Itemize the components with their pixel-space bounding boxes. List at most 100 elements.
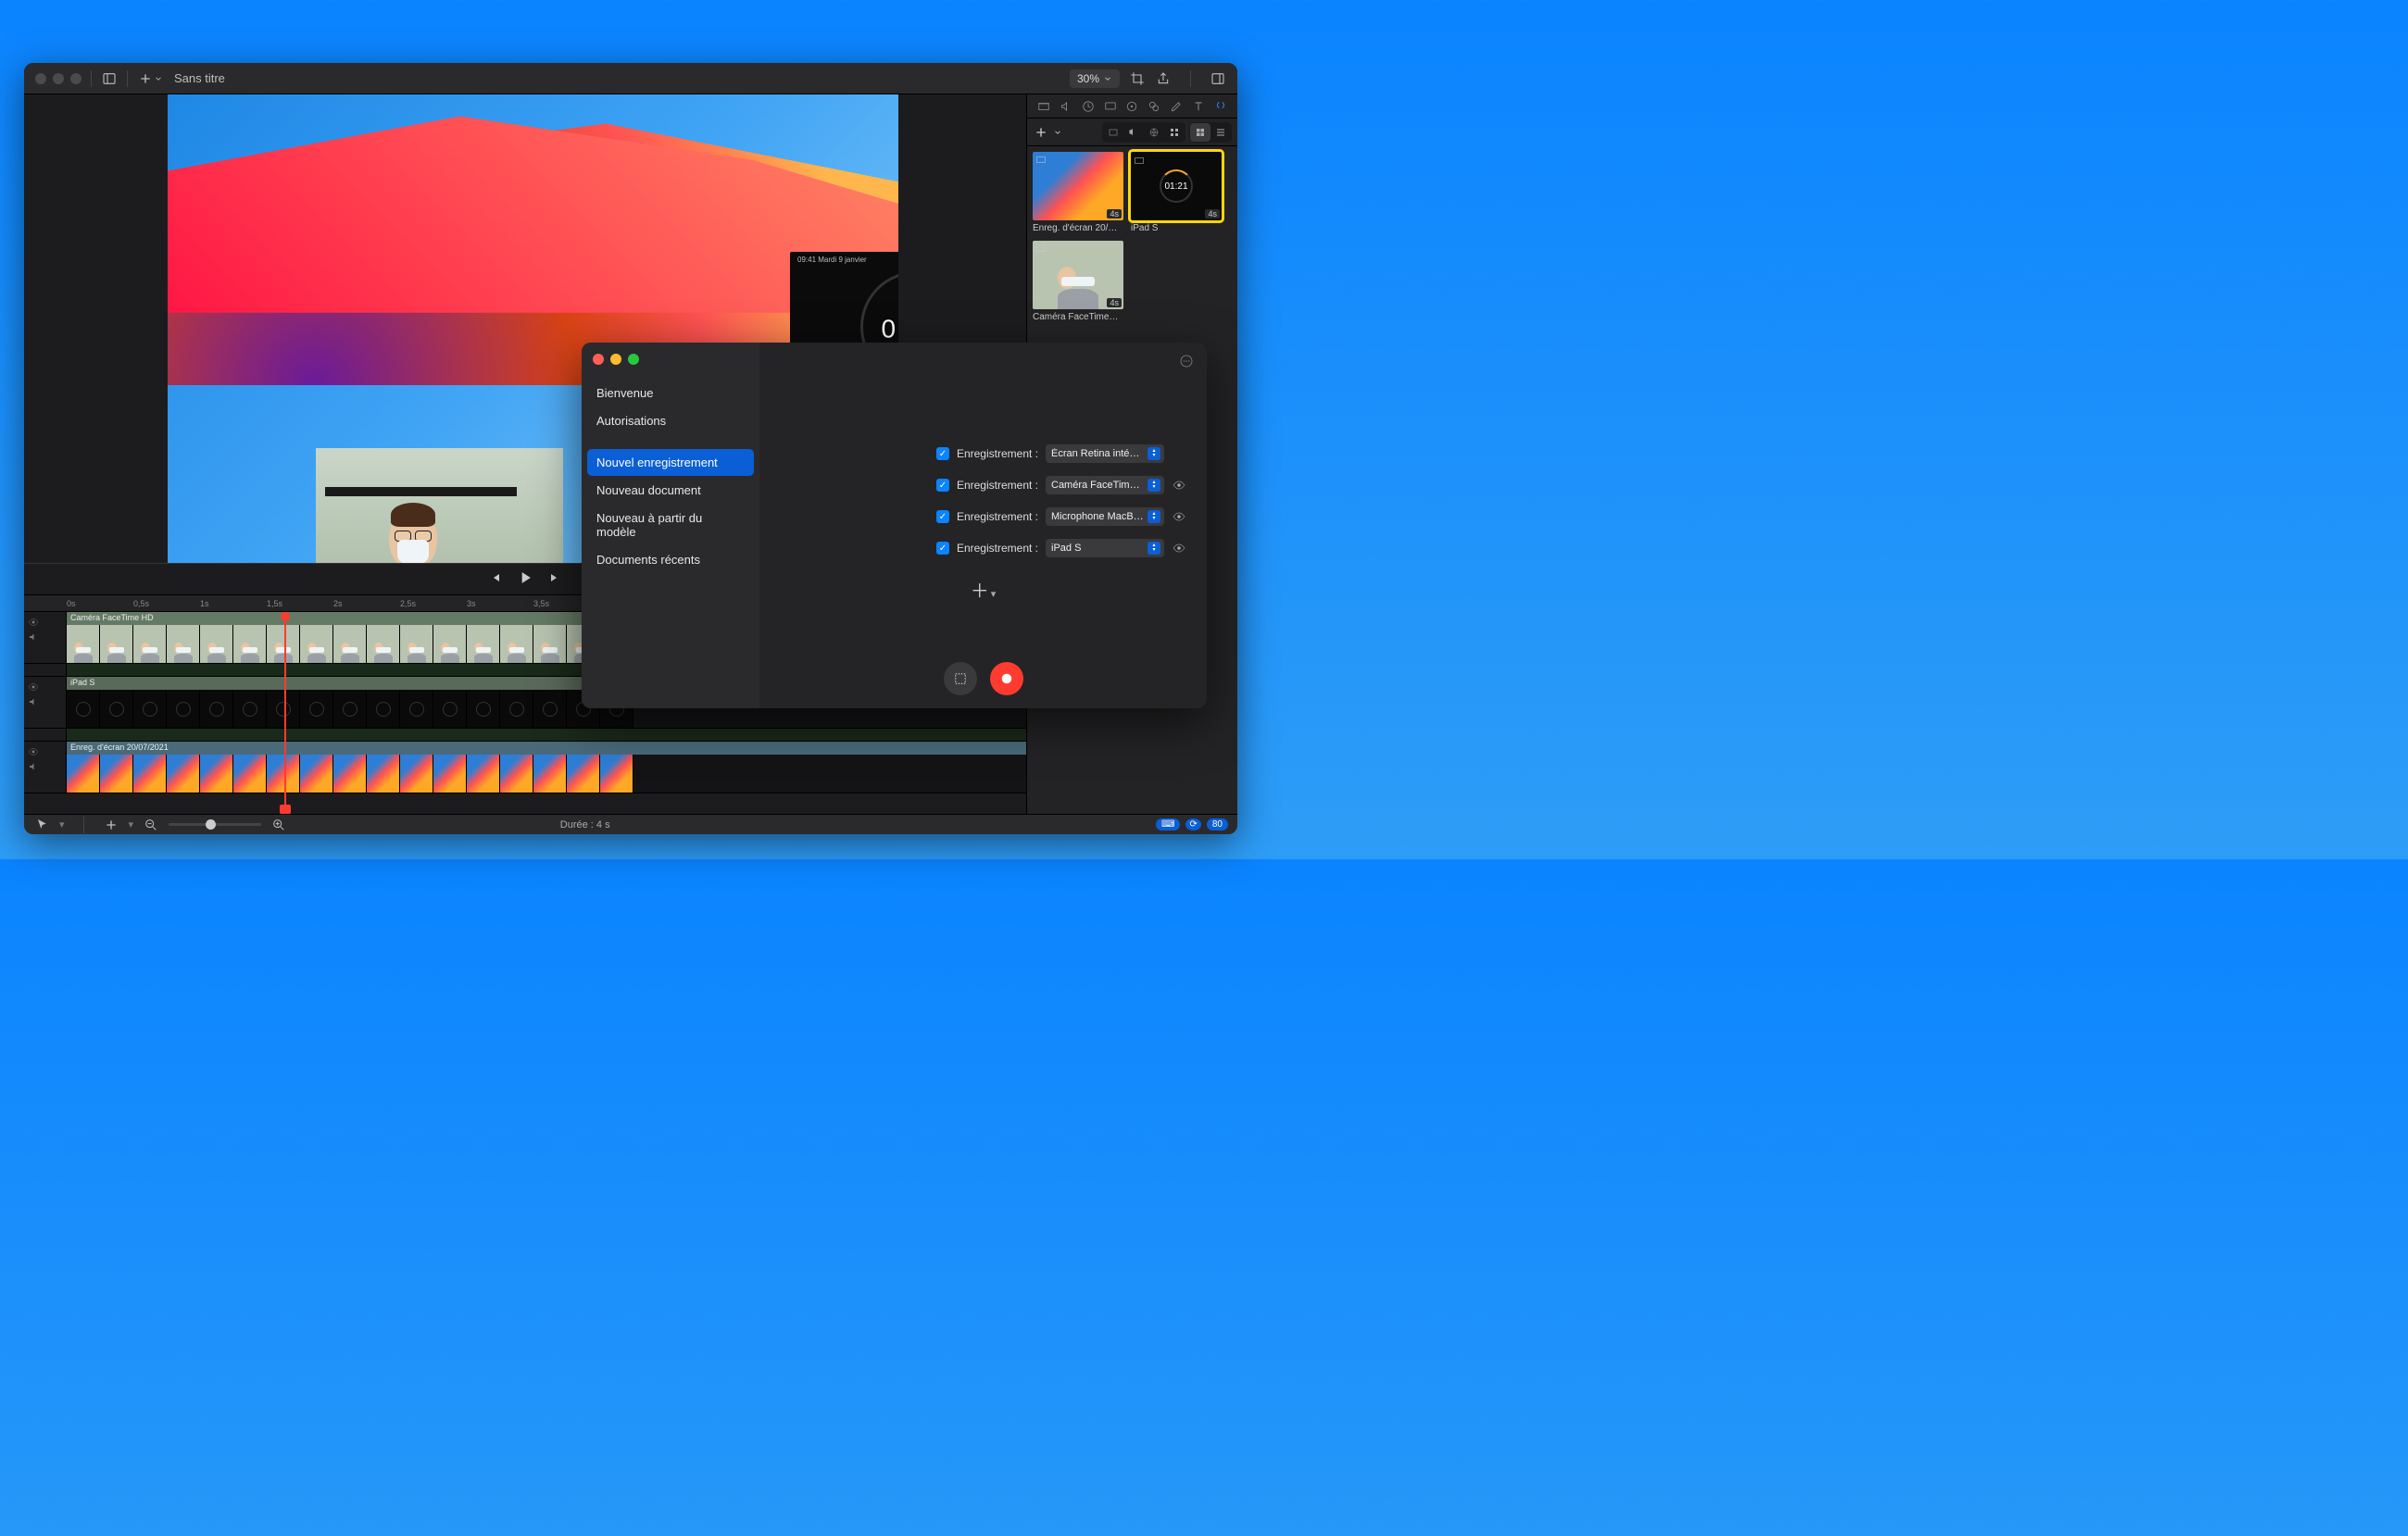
checkbox[interactable]: ✓: [936, 542, 949, 555]
zoom-in-icon[interactable]: [270, 817, 287, 833]
dropdown-icon[interactable]: [154, 70, 163, 87]
screen-icon: [1035, 155, 1047, 166]
pointer-tool-icon[interactable]: [33, 817, 50, 833]
chevron-down-icon[interactable]: [1053, 124, 1062, 141]
library-filter-segment: [1102, 122, 1185, 143]
source-select[interactable]: Caméra FaceTime HD: [1046, 476, 1164, 494]
tab-library-icon[interactable]: [1212, 98, 1229, 115]
dialog-window-controls: [582, 343, 759, 376]
zoom-slider[interactable]: [169, 823, 261, 826]
stepper-icon: [1148, 542, 1160, 555]
filter-audio-icon[interactable]: [1123, 123, 1144, 142]
filter-grid-icon[interactable]: [1164, 123, 1185, 142]
library-item-label: iPad S: [1131, 223, 1222, 233]
progress-badge[interactable]: 80: [1207, 818, 1228, 830]
mute-icon[interactable]: [28, 695, 41, 708]
close-button[interactable]: [593, 354, 604, 365]
minimize-button[interactable]: [610, 354, 621, 365]
library-item-label: Enreg. d'écran 20/…: [1033, 223, 1123, 233]
tab-screen-icon[interactable]: [1102, 98, 1119, 115]
mute-icon[interactable]: [28, 760, 41, 773]
keyboard-icon-badge[interactable]: ⌨: [1156, 818, 1180, 830]
checkbox[interactable]: ✓: [936, 447, 949, 460]
close-button[interactable]: [35, 73, 46, 84]
tab-audio-icon[interactable]: [1058, 98, 1074, 115]
source-select[interactable]: iPad S: [1046, 539, 1164, 557]
preview-eye-icon[interactable]: [1172, 541, 1186, 556]
stepper-icon: [1148, 447, 1160, 460]
track-screen: Enreg. d'écran 20/07/2021: [24, 742, 1026, 793]
source-select[interactable]: Microphone MacBook Air: [1046, 507, 1164, 526]
recording-label: Enregistrement :: [957, 542, 1038, 555]
dialog-sidebar-item[interactable]: Autorisations: [587, 407, 754, 434]
fullscreen-button[interactable]: [70, 73, 82, 84]
sidebar-toggle-icon[interactable]: [101, 70, 118, 87]
mute-icon[interactable]: [28, 631, 41, 643]
play-button[interactable]: [516, 568, 534, 590]
zoom-selector[interactable]: 30%: [1070, 69, 1120, 88]
zoom-out-icon[interactable]: [143, 817, 159, 833]
titlebar: Sans titre 30%: [24, 63, 1237, 94]
library-grid: 4sEnreg. d'écran 20/…01:214siPad S4sCamé…: [1027, 146, 1237, 328]
tab-history-icon[interactable]: [1080, 98, 1097, 115]
overflow-icon[interactable]: [1179, 354, 1194, 368]
filter-clips-icon[interactable]: [1103, 123, 1123, 142]
webcam-pip[interactable]: [316, 448, 563, 580]
share-icon[interactable]: [1155, 70, 1172, 87]
dialog-sidebar-item[interactable]: Nouveau à partir du modèle: [587, 505, 754, 545]
dialog-sidebar-item[interactable]: Documents récents: [587, 546, 754, 573]
recording-label: Enregistrement :: [957, 447, 1038, 460]
dialog-sidebar-item[interactable]: Nouvel enregistrement: [587, 449, 754, 476]
library-add-button[interactable]: [1033, 124, 1049, 141]
add-source-button[interactable]: ＋▾: [780, 576, 1186, 603]
library-item[interactable]: 01:214siPad S: [1131, 152, 1222, 233]
recording-source-row: ✓ Enregistrement : Écran Retina intégré: [780, 444, 1186, 463]
add-button[interactable]: [137, 70, 154, 87]
visibility-icon[interactable]: [28, 681, 41, 693]
dialog-sidebar: BienvenueAutorisations Nouvel enregistrem…: [582, 343, 759, 708]
window-controls: [35, 73, 82, 84]
recording-source-row: ✓ Enregistrement : Microphone MacBook Air: [780, 507, 1186, 526]
dialog-main: ✓Enregistrement :Écran Retina intégré✓En…: [759, 343, 1207, 708]
prev-button[interactable]: [488, 570, 503, 588]
footer-add-button[interactable]: [103, 817, 119, 833]
recording-source-row: ✓ Enregistrement : iPad S: [780, 539, 1186, 557]
visibility-icon[interactable]: [28, 616, 41, 629]
tab-pen-icon[interactable]: [1168, 98, 1185, 115]
library-item[interactable]: 4sCaméra FaceTime…: [1033, 241, 1123, 322]
minimize-button[interactable]: [53, 73, 64, 84]
library-view-segment: [1189, 122, 1232, 143]
fullscreen-button[interactable]: [628, 354, 639, 365]
preview-eye-icon[interactable]: [1172, 478, 1186, 493]
checkbox[interactable]: ✓: [936, 510, 949, 523]
tab-marker-icon[interactable]: [1123, 98, 1140, 115]
source-select[interactable]: Écran Retina intégré: [1046, 444, 1164, 463]
recording-source-row: ✓Enregistrement :Caméra FaceTime HD: [780, 476, 1186, 494]
tab-text-icon[interactable]: [1190, 98, 1207, 115]
view-list-icon[interactable]: [1210, 123, 1231, 142]
tab-video-icon[interactable]: [1035, 98, 1052, 115]
library-item[interactable]: 4sEnreg. d'écran 20/…: [1033, 152, 1123, 233]
recording-label: Enregistrement :: [957, 510, 1038, 523]
new-recording-dialog: BienvenueAutorisations Nouvel enregistrem…: [582, 343, 1207, 708]
screen-icon: [1134, 155, 1145, 166]
tab-shapes-icon[interactable]: [1146, 98, 1162, 115]
dialog-sidebar-item[interactable]: Nouveau document: [587, 477, 754, 504]
stepper-icon: [1148, 510, 1160, 523]
audio-subtrack: [24, 729, 1026, 742]
timer-value: 01:19: [881, 315, 898, 344]
loop-icon-badge[interactable]: ⟳: [1185, 818, 1200, 830]
selection-mode-button[interactable]: [944, 662, 977, 695]
preview-eye-icon[interactable]: [1172, 509, 1186, 524]
record-button[interactable]: [990, 662, 1023, 695]
next-button[interactable]: [547, 570, 562, 588]
inspector-toggle-icon[interactable]: [1210, 70, 1226, 87]
library-item-label: Caméra FaceTime…: [1033, 312, 1123, 322]
filter-web-icon[interactable]: [1144, 123, 1164, 142]
crop-icon[interactable]: [1129, 70, 1146, 87]
document-title: Sans titre: [174, 71, 225, 85]
visibility-icon[interactable]: [28, 745, 41, 758]
view-grid-icon[interactable]: [1190, 123, 1210, 142]
dialog-sidebar-item[interactable]: Bienvenue: [587, 380, 754, 406]
checkbox[interactable]: ✓: [936, 479, 949, 492]
